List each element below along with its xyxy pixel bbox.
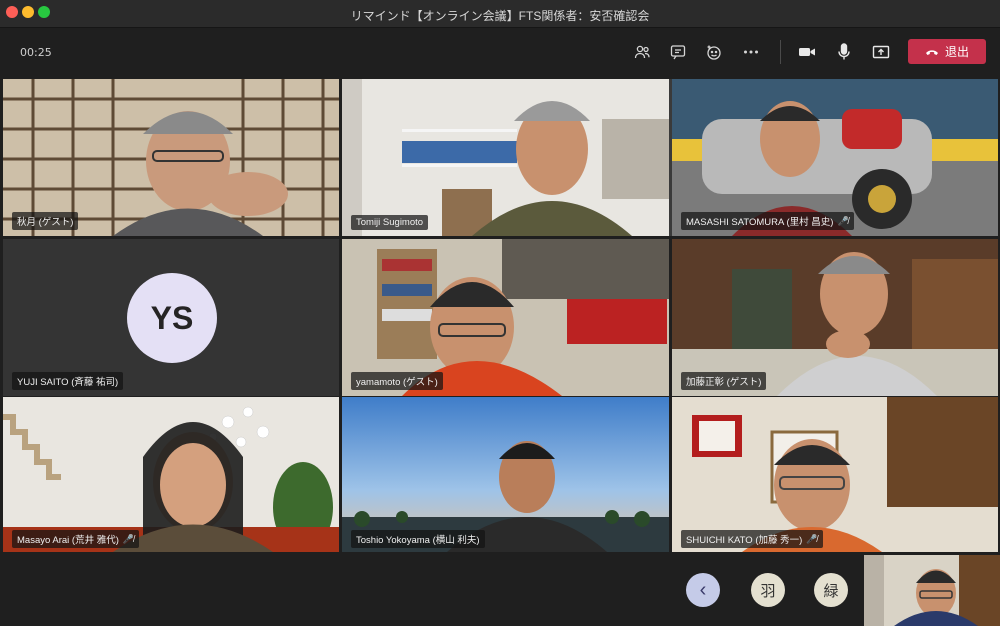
window-titlebar: リマインド【オンライン会議】FTS関係者：安否確認会 (0, 0, 1000, 28)
video-feed (342, 397, 669, 552)
muted-mic-icon: 🎤̸ (837, 215, 849, 226)
meeting-timer: 00:25 (20, 46, 52, 59)
bottom-bar: ‹ 羽 緑 (0, 552, 1000, 626)
video-tile[interactable]: 秋月 (ゲスト) (3, 79, 339, 236)
share-icon[interactable] (870, 41, 892, 63)
window-title: リマインド【オンライン会議】FTS関係者：安否確認会 (350, 9, 650, 23)
muted-mic-icon: 🎤̸ (122, 533, 135, 544)
participant-avatar-button[interactable]: 羽 (751, 573, 785, 607)
meeting-toolbar: 00:25 退出 (0, 28, 1000, 76)
video-tile[interactable]: Masayo Arai (荒井 雅代) 🎤̸ (3, 397, 339, 554)
participant-name: YUJI SAITO (斉藤 祐司) (12, 372, 124, 390)
video-tile[interactable]: 加藤正彰 (ゲスト) (672, 239, 998, 396)
reactions-icon[interactable] (703, 41, 725, 63)
hang-up-icon (925, 49, 938, 55)
participant-name: MASASHI SATOMURA (里村 昌史) 🎤̸ (681, 212, 854, 230)
video-tile[interactable]: MASASHI SATOMURA (里村 昌史) 🎤̸ (672, 79, 998, 236)
participant-avatar-button[interactable]: 緑 (814, 573, 848, 607)
camera-icon[interactable] (796, 41, 818, 63)
participant-name: yamamoto (ゲスト) (351, 372, 443, 390)
video-feed (3, 397, 339, 552)
participant-name: 加藤正彰 (ゲスト) (681, 372, 767, 390)
participant-name: Toshio Yokoyama (横山 利夫) (351, 530, 485, 548)
participants-icon[interactable] (631, 41, 653, 63)
participant-name: SHUICHI KATO (加藤 秀一) 🎤̸ (681, 530, 823, 548)
video-tile[interactable]: Tomiji Sugimoto (342, 79, 678, 236)
toolbar-divider (780, 40, 781, 64)
video-feed (342, 79, 669, 236)
participant-name: Masayo Arai (荒井 雅代) 🎤̸ (12, 530, 140, 548)
video-tile[interactable]: yamamoto (ゲスト) (342, 239, 669, 396)
video-feed (672, 397, 998, 552)
prev-page-button[interactable]: ‹ (686, 573, 720, 607)
video-tile[interactable]: YS YUJI SAITO (斉藤 祐司) (3, 239, 339, 396)
self-view-video[interactable] (864, 555, 1000, 626)
participant-name: 秋月 (ゲスト) (12, 212, 79, 230)
chat-icon[interactable] (667, 41, 689, 63)
leave-button[interactable]: 退出 (908, 39, 986, 64)
video-tile[interactable]: Toshio Yokoyama (横山 利夫) (342, 397, 669, 554)
video-tile[interactable]: SHUICHI KATO (加藤 秀一) 🎤̸ (672, 397, 998, 554)
avatar: YS (127, 273, 217, 363)
muted-mic-icon: 🎤̸ (806, 533, 818, 544)
more-icon[interactable] (740, 41, 762, 63)
leave-label: 退出 (944, 45, 969, 59)
mic-icon[interactable] (833, 41, 855, 63)
video-feed (864, 555, 1000, 626)
participant-name: Tomiji Sugimoto (351, 215, 429, 230)
